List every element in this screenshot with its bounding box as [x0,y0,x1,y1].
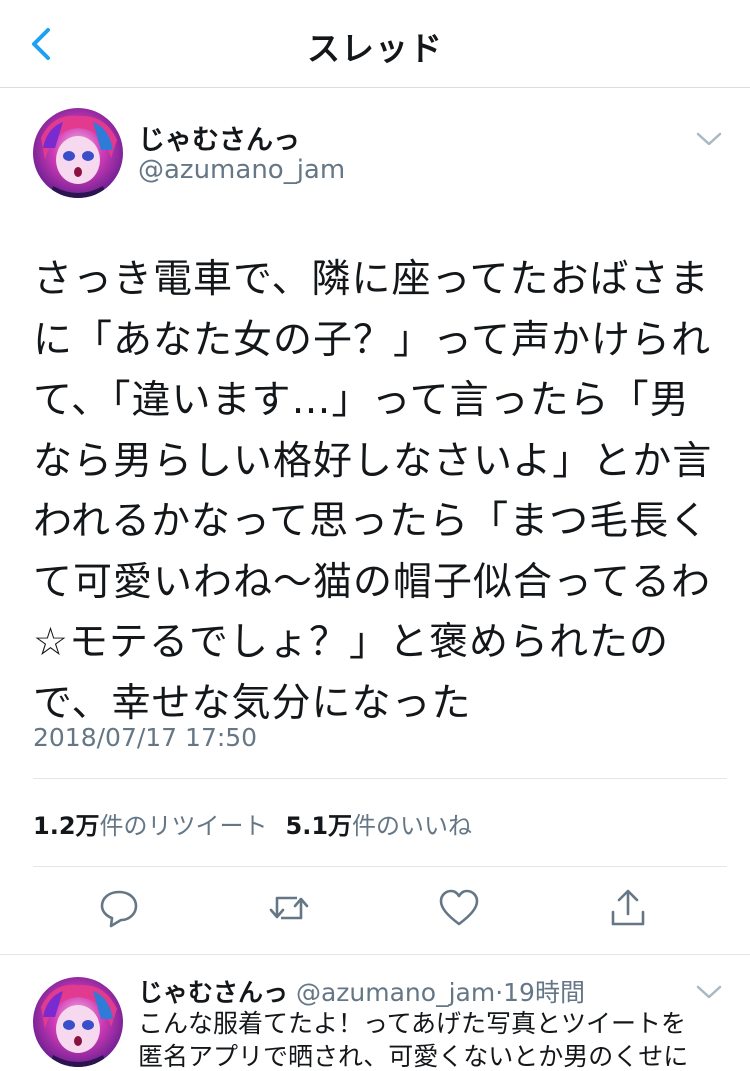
tweet-text: こんな服着てたよ！ってあげた写真とツイートを 匿名アプリで晒され、可愛くないとか… [138,1009,689,1071]
like-stat[interactable]: 5.1万件のいいね [286,812,473,840]
page-title: スレッド [307,29,443,68]
chevron-down-icon [696,985,722,999]
navigation-bar: スレッド [0,0,750,88]
user-handle[interactable]: @azumano_jam [296,978,495,1007]
like-count: 5.1万 [285,812,353,840]
tweet-timestamp: 2018/07/17 17:50 [33,723,258,752]
retweet-count: 1.2万 [33,812,100,840]
retweet-label: 件のリツイート [99,812,268,840]
retweet-icon [269,896,309,920]
more-options-button[interactable] [694,128,724,150]
tweet-text: さっき電車で、隣に座ってたおばさま に「あなた女の子？」って声かけられ て、「違… [33,257,713,726]
avatar[interactable] [33,108,123,198]
reply-header: じゃむさんっ @azumano_jam·19時間 [138,973,585,1009]
display-name[interactable]: じゃむさんっ [138,118,300,157]
like-button[interactable] [437,886,481,930]
share-icon [611,889,645,926]
divider [33,778,727,779]
divider [33,866,727,867]
relative-time: 19時間 [503,978,585,1007]
avatar[interactable] [33,977,123,1067]
like-label: 件のいいね [352,812,473,840]
user-handle[interactable]: @azumano_jam [138,155,345,185]
tweet-actions [0,878,750,948]
engagement-stats: 1.2万件のリツイート 5.1万件のいいね [33,806,472,841]
reply-tweet[interactable]: じゃむさんっ @azumano_jam·19時間 こんな服着てたよ！ってあげた写… [0,955,750,1071]
chevron-down-icon [696,132,722,146]
reply-button[interactable] [97,886,141,930]
heart-icon [439,889,479,926]
share-button[interactable] [606,886,650,930]
reply-icon [100,890,138,928]
display-name[interactable]: じゃむさんっ [138,978,288,1007]
retweet-stat[interactable]: 1.2万件のリツイート [33,812,268,840]
more-options-button[interactable] [694,981,724,1003]
retweet-button[interactable] [267,886,311,930]
separator: · [495,978,504,1007]
